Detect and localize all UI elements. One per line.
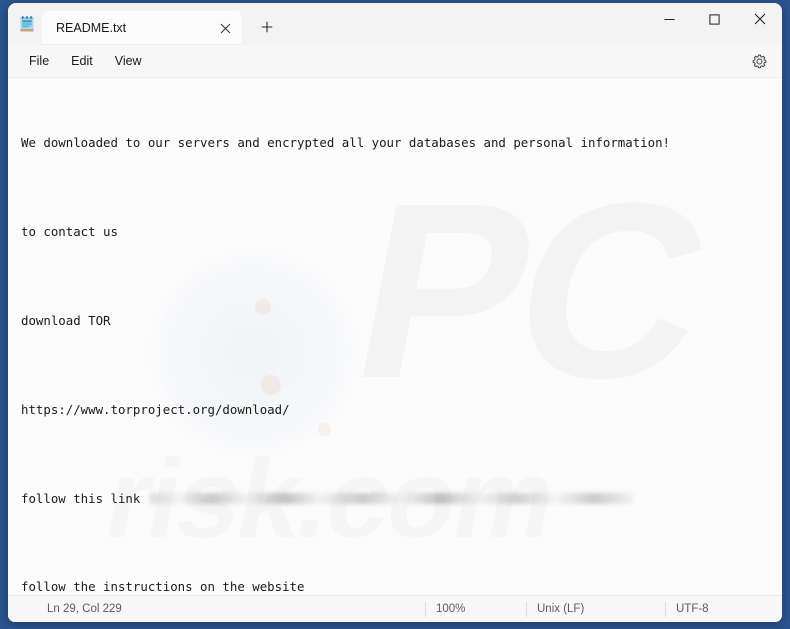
doc-line: We downloaded to our servers and encrypt…	[21, 135, 671, 151]
tab-strip: README.txt	[8, 3, 284, 45]
doc-blank-line	[21, 358, 782, 373]
title-bar[interactable]: README.txt	[8, 3, 782, 45]
status-cursor-position: Ln 29, Col 229	[47, 603, 122, 615]
status-bar: Ln 29, Col 229 100% Unix (LF) UTF-8	[8, 595, 782, 622]
editor-area[interactable]: PC risk.com We downloaded to our servers…	[8, 78, 782, 595]
follow-link-label: follow this link	[21, 490, 148, 506]
maximize-button[interactable]	[692, 3, 737, 35]
new-tab-button[interactable]	[250, 11, 284, 43]
status-encoding[interactable]: UTF-8	[665, 601, 782, 617]
status-zoom-level[interactable]: 100%	[425, 601, 526, 617]
doc-blank-line	[21, 536, 782, 551]
minimize-button[interactable]	[647, 3, 692, 35]
notepad-icon	[16, 3, 38, 45]
notepad-window: README.txt File Edit View We downloaded …	[8, 3, 782, 622]
doc-line-follow-link: follow this link	[21, 490, 782, 507]
close-tab-icon[interactable]	[212, 15, 238, 41]
menu-item-view[interactable]: View	[104, 50, 153, 72]
doc-blank-line	[21, 447, 782, 462]
doc-line: follow the instructions on the website	[21, 579, 305, 595]
doc-line: to contact us	[21, 224, 118, 240]
status-line-ending[interactable]: Unix (LF)	[526, 601, 665, 617]
redacted-url	[149, 492, 633, 504]
menu-bar: File Edit View	[8, 45, 782, 78]
menu-item-file[interactable]: File	[18, 50, 60, 72]
doc-blank-line	[21, 270, 782, 285]
gear-icon[interactable]	[746, 49, 772, 73]
doc-line: download TOR	[21, 312, 111, 328]
doc-blank-line	[21, 181, 782, 196]
close-window-button[interactable]	[737, 3, 782, 35]
text-content[interactable]: We downloaded to our servers and encrypt…	[8, 78, 782, 595]
tab-title: README.txt	[56, 21, 127, 35]
doc-line-tor-url: https://www.torproject.org/download/	[21, 401, 290, 417]
window-controls	[647, 3, 782, 35]
tab-readme-txt[interactable]: README.txt	[42, 11, 242, 45]
menu-item-edit[interactable]: Edit	[60, 50, 104, 72]
